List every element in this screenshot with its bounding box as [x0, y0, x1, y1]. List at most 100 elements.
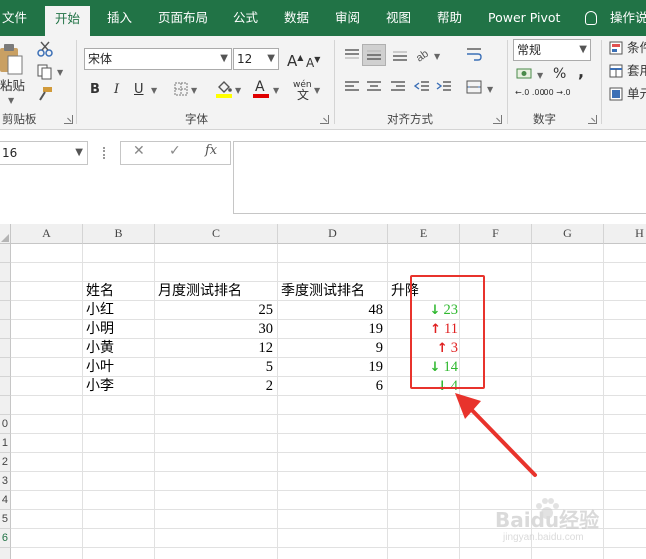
table-cell-monthly[interactable]: 2: [155, 377, 276, 396]
header-name[interactable]: 姓名: [83, 282, 155, 301]
row-header[interactable]: [0, 377, 11, 396]
accounting-format-icon[interactable]: [516, 67, 534, 81]
column-header-d[interactable]: D: [278, 224, 388, 244]
fill-color-icon[interactable]: [216, 79, 232, 93]
clipboard-launcher-icon[interactable]: [64, 115, 73, 124]
font-color-dropdown-icon[interactable]: ▼: [273, 86, 279, 95]
borders-icon[interactable]: [174, 82, 188, 96]
paste-icon[interactable]: [0, 42, 24, 76]
row-header[interactable]: 6: [0, 529, 11, 548]
table-cell-monthly[interactable]: 25: [155, 301, 276, 320]
fill-color-dropdown-icon[interactable]: ▼: [235, 86, 241, 95]
font-name-select[interactable]: 宋体 ▼: [84, 48, 232, 70]
row-header[interactable]: 5: [0, 510, 11, 529]
decrease-indent-icon[interactable]: [414, 80, 430, 94]
table-cell-monthly[interactable]: 30: [155, 320, 276, 339]
number-launcher-icon[interactable]: [588, 115, 597, 124]
tab-home[interactable]: 开始: [45, 6, 91, 36]
align-middle-button[interactable]: [362, 44, 386, 66]
row-header[interactable]: 1: [0, 434, 11, 453]
table-cell-quarterly[interactable]: 6: [278, 377, 386, 396]
tab-view[interactable]: 视图: [386, 0, 411, 36]
wrap-text-icon[interactable]: [466, 46, 482, 62]
column-header-g[interactable]: G: [532, 224, 604, 244]
column-header-a[interactable]: A: [11, 224, 83, 244]
cell-styles-icon[interactable]: [609, 87, 623, 101]
row-header[interactable]: [0, 301, 11, 320]
conditional-formatting-icon[interactable]: [609, 41, 623, 55]
percent-style-button[interactable]: %: [553, 66, 566, 82]
header-monthly-rank[interactable]: 月度测试排名: [155, 282, 278, 301]
table-cell-quarterly[interactable]: 19: [278, 320, 386, 339]
lightbulb-icon[interactable]: [585, 11, 597, 25]
table-cell-name[interactable]: 小黄: [83, 339, 155, 358]
column-header-e[interactable]: E: [388, 224, 460, 244]
formula-input[interactable]: [233, 141, 646, 214]
copy-icon[interactable]: [37, 64, 53, 80]
table-cell-quarterly[interactable]: 48: [278, 301, 386, 320]
row-header[interactable]: [0, 396, 11, 415]
underline-dropdown-icon[interactable]: ▼: [151, 86, 157, 95]
align-right-icon[interactable]: [390, 80, 406, 94]
table-cell-monthly[interactable]: 12: [155, 339, 276, 358]
increase-decimal-button[interactable]: ←.0 .00: [515, 88, 545, 97]
merge-center-icon[interactable]: [466, 80, 482, 94]
insert-function-icon[interactable]: fx: [205, 143, 217, 158]
name-box[interactable]: 16 ▼: [0, 141, 88, 165]
decrease-decimal-button[interactable]: .00 →.0: [541, 88, 571, 97]
underline-button[interactable]: U: [134, 82, 144, 98]
orientation-icon[interactable]: ab: [414, 46, 432, 62]
cell-styles-button[interactable]: 单元: [627, 86, 646, 102]
increase-indent-icon[interactable]: [436, 80, 452, 94]
align-top-icon[interactable]: [344, 48, 360, 62]
align-left-icon[interactable]: [344, 80, 360, 94]
row-header[interactable]: [0, 358, 11, 377]
copy-dropdown-icon[interactable]: ▼: [57, 68, 63, 77]
shrink-font-button[interactable]: A▼: [306, 52, 320, 71]
font-color-button[interactable]: A: [255, 79, 265, 95]
table-cell-quarterly[interactable]: 9: [278, 339, 386, 358]
row-header[interactable]: [0, 339, 11, 358]
conditional-formatting-button[interactable]: 条件: [627, 40, 646, 56]
format-as-table-icon[interactable]: [609, 64, 623, 78]
phonetic-dropdown-icon[interactable]: ▼: [314, 86, 320, 95]
font-launcher-icon[interactable]: [320, 115, 329, 124]
tab-data[interactable]: 数据: [284, 0, 309, 36]
orientation-dropdown-icon[interactable]: ▼: [434, 52, 440, 61]
row-header[interactable]: 2: [0, 453, 11, 472]
accounting-dropdown-icon[interactable]: ▼: [537, 71, 543, 80]
column-header-c[interactable]: C: [155, 224, 278, 244]
paste-dropdown-icon[interactable]: ▼: [8, 96, 14, 105]
comma-style-button[interactable]: ,: [578, 64, 584, 80]
formula-bar-splitter[interactable]: [103, 147, 106, 159]
number-format-select[interactable]: 常规 ▼: [513, 39, 591, 61]
enter-icon[interactable]: ✓: [169, 143, 181, 159]
merge-dropdown-icon[interactable]: ▼: [487, 85, 493, 94]
font-size-select[interactable]: 12 ▼: [233, 48, 279, 70]
format-as-table-button[interactable]: 套用: [627, 63, 646, 79]
align-bottom-icon[interactable]: [392, 48, 408, 62]
alignment-launcher-icon[interactable]: [493, 115, 502, 124]
table-cell-name[interactable]: 小红: [83, 301, 155, 320]
row-header[interactable]: [0, 548, 11, 559]
row-header[interactable]: [0, 263, 11, 282]
row-header[interactable]: 3: [0, 472, 11, 491]
tab-help[interactable]: 帮助: [437, 0, 462, 36]
tab-power-pivot[interactable]: Power Pivot: [488, 0, 560, 36]
bold-button[interactable]: B: [90, 82, 100, 98]
italic-button[interactable]: I: [114, 82, 119, 98]
cut-icon[interactable]: [37, 41, 53, 57]
tab-review[interactable]: 审阅: [335, 0, 360, 36]
align-center-icon[interactable]: [366, 80, 382, 94]
select-all-corner[interactable]: [0, 224, 11, 244]
tab-page-layout[interactable]: 页面布局: [158, 0, 208, 36]
borders-dropdown-icon[interactable]: ▼: [191, 86, 197, 95]
row-header[interactable]: [0, 320, 11, 339]
column-header-h[interactable]: H: [604, 224, 646, 244]
cancel-icon[interactable]: ✕: [133, 143, 145, 159]
table-cell-name[interactable]: 小明: [83, 320, 155, 339]
table-cell-quarterly[interactable]: 19: [278, 358, 386, 377]
column-header-f[interactable]: F: [460, 224, 532, 244]
column-header-b[interactable]: B: [83, 224, 155, 244]
tab-formulas[interactable]: 公式: [233, 0, 258, 36]
